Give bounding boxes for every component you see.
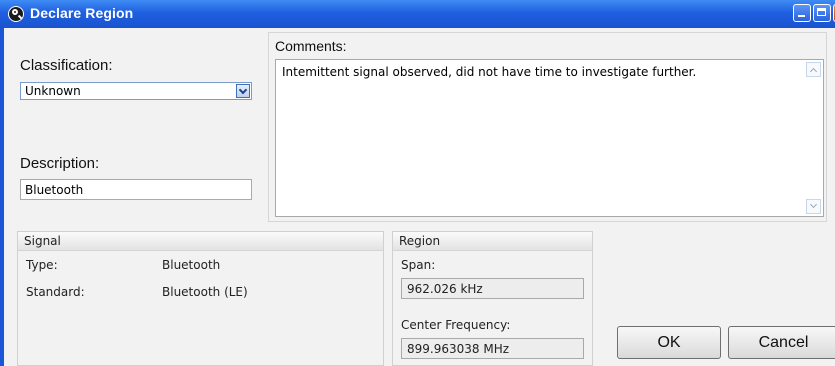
signal-type-value: Bluetooth — [162, 258, 221, 272]
region-panel-header: Region — [393, 232, 592, 251]
description-value: Bluetooth — [25, 183, 84, 197]
center-frequency-field: 899.963038 MHz — [401, 338, 584, 359]
magnifier-icon — [8, 6, 24, 22]
signal-panel: Signal Type: Bluetooth Standard: Bluetoo… — [17, 231, 384, 366]
signal-panel-header: Signal — [18, 232, 383, 251]
classification-label: Classification: — [20, 57, 113, 74]
signal-standard-value: Bluetooth (LE) — [162, 285, 248, 299]
ok-button[interactable]: OK — [617, 326, 721, 359]
span-label: Span: — [401, 258, 436, 272]
minimize-button[interactable] — [793, 4, 811, 22]
classification-value: Unknown — [25, 84, 81, 98]
declare-region-dialog: Declare Region Classification: Unknown D… — [0, 0, 835, 366]
span-value: 962.026 kHz — [407, 282, 483, 296]
chevron-down-icon[interactable] — [236, 84, 250, 98]
region-header-text: Region — [399, 234, 441, 248]
maximize-button[interactable] — [813, 4, 831, 22]
center-frequency-label: Center Frequency: — [401, 318, 511, 332]
title-bar[interactable]: Declare Region — [0, 0, 835, 28]
signal-standard-label: Standard: — [26, 285, 85, 299]
signal-header-text: Signal — [24, 234, 61, 248]
comments-label: Comments: — [275, 38, 347, 54]
signal-type-label: Type: — [26, 258, 58, 272]
description-label: Description: — [20, 155, 100, 172]
comments-scrollbar[interactable] — [806, 62, 821, 214]
description-field[interactable]: Bluetooth — [20, 179, 252, 200]
cancel-button[interactable]: Cancel — [728, 326, 835, 359]
center-frequency-value: 899.963038 MHz — [407, 342, 510, 356]
window-title: Declare Region — [30, 5, 134, 21]
span-field: 962.026 kHz — [401, 278, 584, 299]
classification-dropdown[interactable]: Unknown — [20, 82, 252, 100]
scroll-up-icon[interactable] — [806, 62, 821, 77]
scroll-down-icon[interactable] — [806, 199, 821, 214]
comments-textarea[interactable]: Intemittent signal observed, did not hav… — [275, 59, 824, 217]
region-panel: Region Span: 962.026 kHz Center Frequenc… — [392, 231, 593, 366]
comments-text: Intemittent signal observed, did not hav… — [282, 65, 697, 79]
